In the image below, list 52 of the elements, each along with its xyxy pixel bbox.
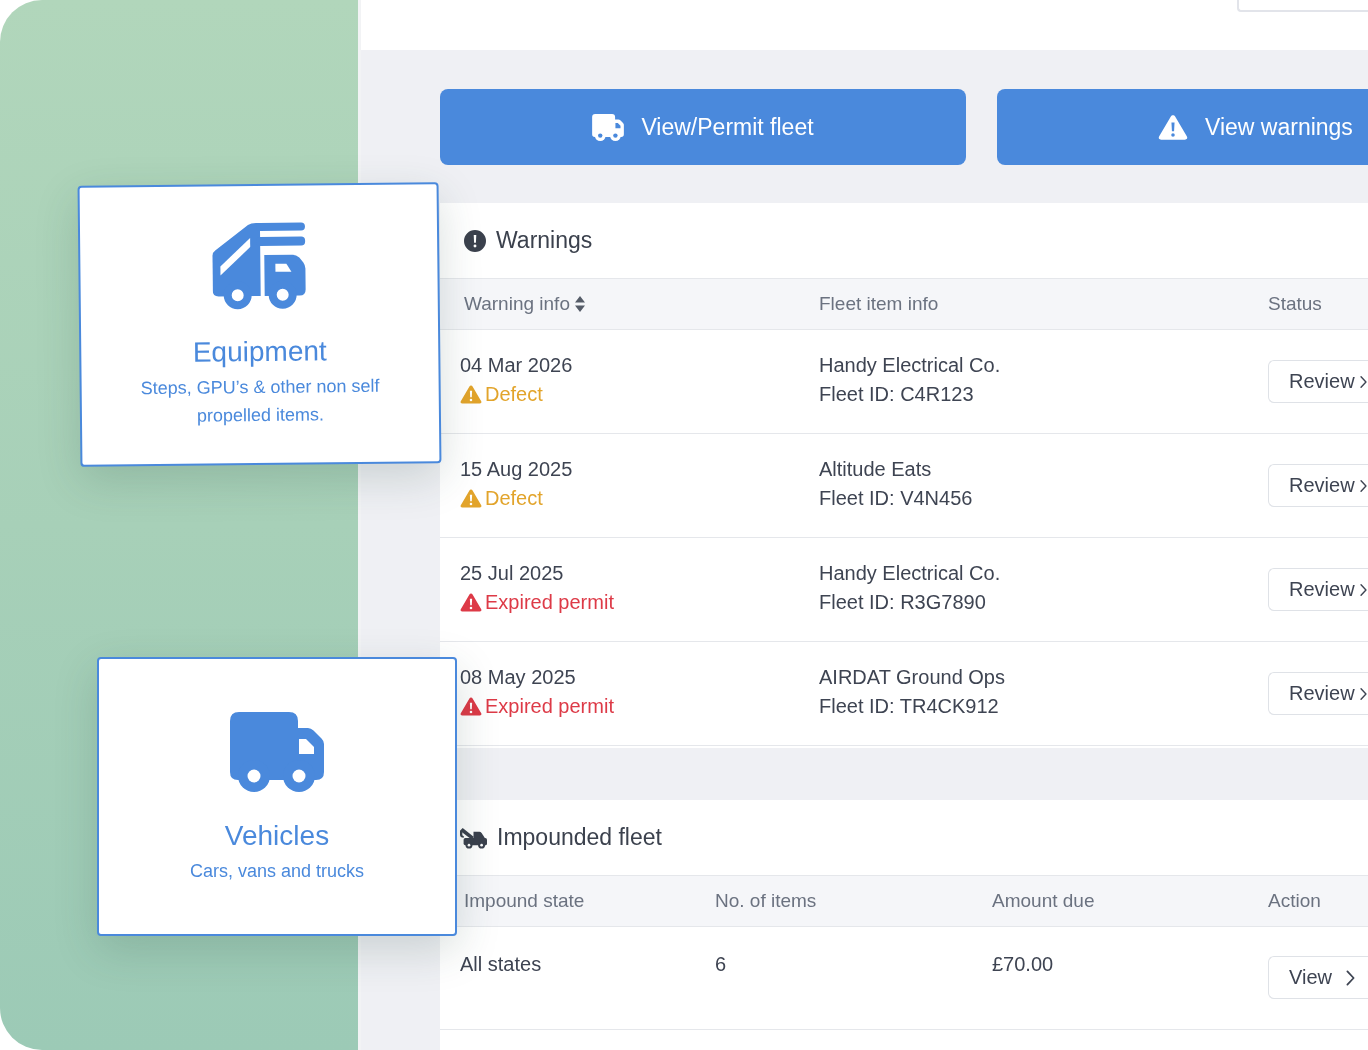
stair-truck-icon bbox=[211, 221, 307, 311]
chevron-icon bbox=[1359, 374, 1367, 389]
warning-type: Defect bbox=[485, 382, 543, 407]
view-button[interactable]: View bbox=[1268, 956, 1368, 999]
panel-title: Impounded fleet bbox=[497, 824, 662, 851]
company-name: Altitude Eats bbox=[819, 457, 933, 482]
company-name: Handy Electrical Co. bbox=[819, 353, 1002, 378]
review-button[interactable]: Review bbox=[1268, 360, 1368, 403]
warning-type: Expired permit bbox=[485, 694, 614, 719]
warning-date: 25 Jul 2025 bbox=[460, 561, 565, 586]
category-card[interactable]: Vehicles Cars, vans and trucks bbox=[97, 657, 457, 936]
warning-date: 04 Mar 2026 bbox=[460, 353, 574, 378]
action-button[interactable]: View/Permit fleet bbox=[440, 89, 966, 165]
chevron-icon bbox=[1359, 478, 1367, 493]
table-cell-text: 6 bbox=[715, 952, 728, 977]
card-title: Equipment bbox=[192, 334, 327, 370]
card-description: Cars, vans and trucks bbox=[188, 860, 366, 883]
company-name: AIRDAT Ground Ops bbox=[819, 665, 1006, 690]
card-title: Vehicles bbox=[224, 819, 330, 853]
review-button[interactable]: Review bbox=[1268, 672, 1368, 715]
panel-title: Warnings bbox=[496, 227, 593, 254]
column-header: Action bbox=[1268, 890, 1322, 912]
category-card[interactable]: Equipment Steps, GPU’s & other non self propelled items. bbox=[77, 182, 442, 467]
column-header: Impound state bbox=[463, 890, 586, 912]
card-description: Steps, GPU’s & other non self propelled items. bbox=[139, 374, 381, 428]
truck-icon bbox=[230, 712, 324, 792]
fleet-id: Fleet ID: V4N456 bbox=[819, 486, 974, 511]
company-name: Handy Electrical Co. bbox=[819, 561, 1002, 586]
tow-truck-icon bbox=[460, 826, 487, 849]
column-header[interactable]: Warning info bbox=[460, 293, 819, 315]
warning-icon bbox=[1158, 113, 1188, 141]
truck-icon bbox=[592, 113, 625, 141]
column-header: Amount due bbox=[992, 890, 1096, 912]
fleet-id: Fleet ID: C4R123 bbox=[819, 382, 975, 407]
chevron-icon bbox=[1359, 582, 1367, 597]
fleet-id: Fleet ID: TR4CK912 bbox=[819, 694, 1000, 719]
table-cell-text: All states bbox=[460, 952, 543, 977]
action-button[interactable]: View warnings bbox=[997, 89, 1368, 165]
header-button[interactable] bbox=[1237, 0, 1368, 12]
column-header: Status bbox=[1268, 293, 1323, 315]
table-cell-text: £70.00 bbox=[992, 952, 1055, 977]
chevron-icon bbox=[1346, 969, 1355, 986]
warning-date: 08 May 2025 bbox=[460, 665, 577, 690]
warning-type: Defect bbox=[485, 486, 543, 511]
chevron-icon bbox=[1359, 686, 1367, 701]
review-button[interactable]: Review bbox=[1268, 464, 1368, 507]
warning-date: 15 Aug 2025 bbox=[460, 457, 574, 482]
review-button[interactable]: Review bbox=[1268, 568, 1368, 611]
column-header: No. of items bbox=[715, 890, 818, 912]
column-header: Fleet item info bbox=[819, 293, 940, 315]
fleet-id: Fleet ID: R3G7890 bbox=[819, 590, 987, 615]
warning-type: Expired permit bbox=[485, 590, 614, 615]
